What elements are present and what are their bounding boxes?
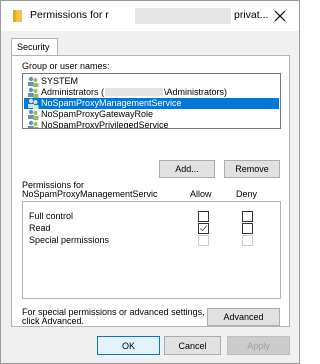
group-list-label: Group or user names:: [22, 61, 110, 71]
user-group-icon: [28, 76, 39, 87]
redacted-region: [135, 8, 231, 24]
list-item-nospamproxy-privileged-service[interactable]: NoSpamProxyPrivilegedService: [24, 120, 279, 129]
window-title-prefix: Permissions for r: [30, 9, 109, 21]
allow-checkbox-special: [198, 235, 209, 246]
permission-name: Special permissions: [29, 235, 110, 245]
apply-button[interactable]: Apply: [227, 336, 290, 355]
add-button[interactable]: Add...: [159, 160, 215, 178]
tab-strip: Security: [1, 31, 299, 57]
user-name: NoSpamProxyPrivilegedService: [41, 120, 169, 129]
user-name-prefix: Administrators (: [41, 87, 105, 97]
security-panel: Group or user names: SYSTEM Administrato…: [11, 55, 290, 327]
redacted-region: [105, 88, 164, 96]
user-name-suffix: \Administrators): [164, 87, 228, 97]
checkmark-icon: [199, 225, 208, 232]
list-item-nospamproxy-gateway-role[interactable]: NoSpamProxyGatewayRole: [24, 109, 279, 120]
permission-row-full-control: Full control: [23, 210, 280, 222]
close-icon[interactable]: [271, 7, 289, 25]
deny-checkbox-full-control[interactable]: [242, 211, 253, 222]
permission-row-read: Read: [23, 222, 280, 234]
permissions-dialog: Permissions for r privat... Security Gro…: [0, 0, 300, 364]
permission-row-special: Special permissions: [23, 234, 280, 246]
user-group-icon: [28, 120, 39, 128]
user-name: NoSpamProxyManagementService: [41, 98, 182, 108]
title-bar: Permissions for r privat...: [1, 1, 299, 31]
permission-name: Read: [29, 223, 51, 233]
deny-column-header: Deny: [236, 189, 258, 199]
user-name: Administrators ( \Administrators): [41, 87, 227, 98]
advanced-hint-line2: click Advanced.: [22, 316, 85, 326]
remove-button[interactable]: Remove: [224, 160, 280, 178]
user-group-icon: [28, 98, 39, 109]
allow-checkbox-full-control[interactable]: [198, 211, 209, 222]
cancel-button[interactable]: Cancel: [164, 336, 221, 355]
folder-icon: [13, 10, 22, 22]
list-item-nospamproxy-management-service[interactable]: NoSpamProxyManagementService: [24, 98, 279, 109]
user-group-icon: [28, 87, 39, 98]
tab-security-label: Security: [17, 42, 50, 52]
user-group-icon: [28, 109, 39, 120]
window-title-suffix: privat...: [234, 9, 269, 21]
allow-checkbox-read[interactable]: [198, 223, 209, 234]
user-name: NoSpamProxyGatewayRole: [41, 109, 154, 119]
allow-column-header: Allow: [190, 189, 212, 199]
deny-checkbox-special: [242, 235, 253, 246]
ok-button[interactable]: OK: [97, 336, 160, 355]
permissions-heading-line2: NoSpamProxyManagementServic: [22, 189, 158, 199]
group-user-list[interactable]: SYSTEM Administrators (\Administrators) …: [22, 73, 281, 129]
advanced-button[interactable]: Advanced: [207, 308, 280, 326]
list-item-system[interactable]: SYSTEM: [24, 76, 279, 87]
list-item-administrators[interactable]: Administrators ( \Administrators): [24, 87, 279, 98]
deny-checkbox-read[interactable]: [242, 223, 253, 234]
permission-name: Full control: [29, 211, 74, 221]
permissions-list: Full control Read Special permissions: [22, 201, 281, 299]
user-name: SYSTEM: [41, 76, 79, 86]
